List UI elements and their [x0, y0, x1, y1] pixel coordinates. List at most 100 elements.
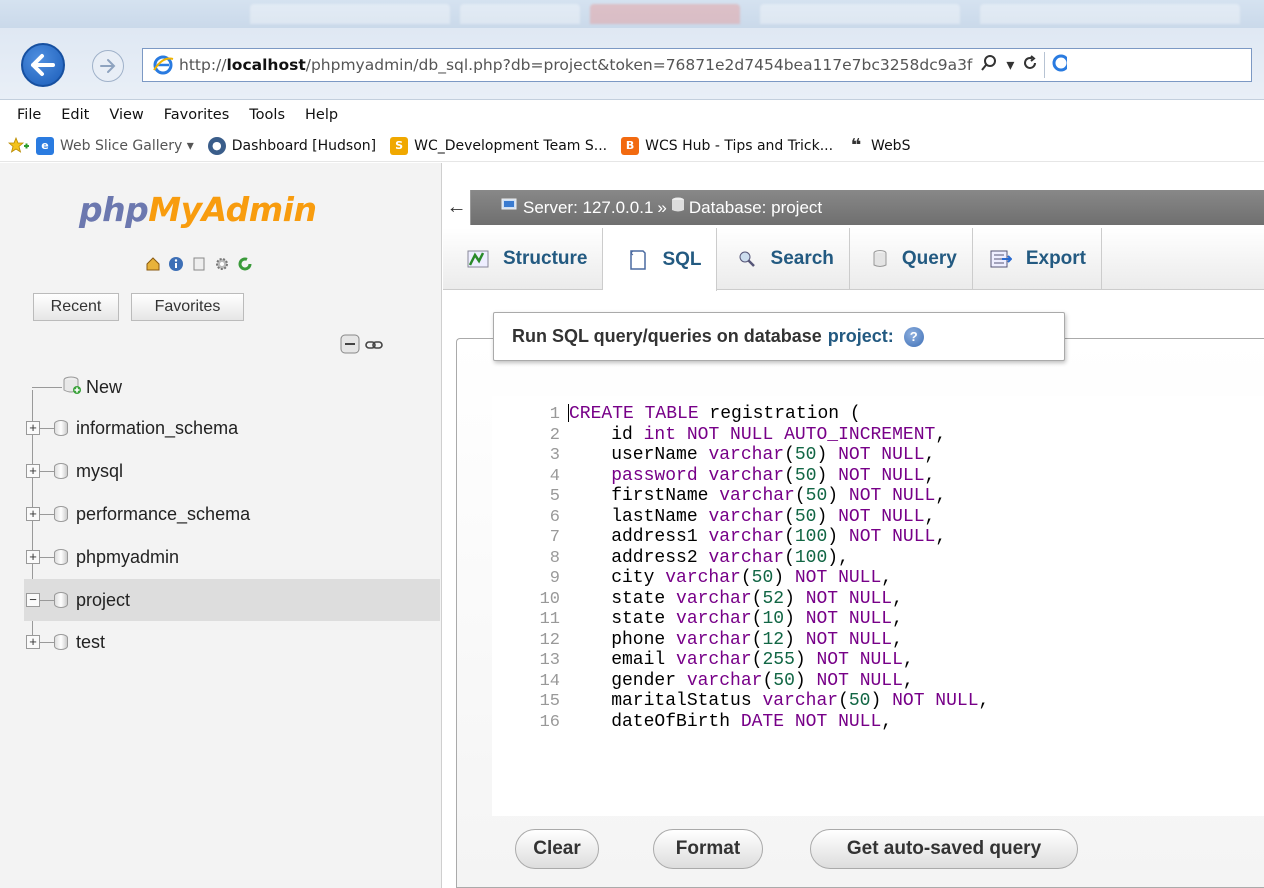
expand-icon[interactable]: +	[26, 507, 40, 521]
code-line[interactable]: 10 state varchar(52) NOT NULL,	[492, 589, 1264, 610]
tree-item-new[interactable]: New	[32, 366, 448, 408]
forward-arrow-icon	[100, 59, 116, 73]
line-number: 7	[549, 528, 560, 547]
code-line[interactable]: 8 address2 varchar(100),	[492, 548, 1264, 569]
code-line[interactable]: 9 city varchar(50) NOT NULL,	[492, 568, 1264, 589]
code-line[interactable]: 14 gender varchar(50) NOT NULL,	[492, 671, 1264, 692]
code-line[interactable]: 13 email varchar(255) NOT NULL,	[492, 650, 1264, 671]
breadcrumb-server[interactable]: Server: 127.0.0.1	[523, 198, 653, 218]
tab-search[interactable]: Search	[717, 228, 850, 290]
collapse-all-icon[interactable]	[340, 334, 360, 359]
code-text: address1 varchar(100) NOT NULL,	[568, 527, 947, 547]
code-line[interactable]: 5 firstName varchar(50) NOT NULL,	[492, 486, 1264, 507]
sql-editor[interactable]: 1 CREATE TABLE registration (2 id int NOT…	[492, 396, 1264, 816]
tree-item-performance-schema[interactable]: + performance_schema	[24, 493, 440, 535]
code-text: email varchar(255) NOT NULL,	[568, 650, 914, 670]
tab-sql[interactable]: SQL	[603, 228, 717, 291]
format-button[interactable]: Format	[653, 829, 763, 869]
favorites-button[interactable]: Favorites	[131, 293, 244, 321]
reload-icon[interactable]	[237, 256, 253, 272]
legend-database-name[interactable]: project:	[828, 326, 894, 347]
line-number: 8	[549, 548, 560, 568]
tree-item-project[interactable]: − project	[24, 579, 440, 621]
expand-icon[interactable]: +	[26, 464, 40, 478]
tab-export[interactable]: Export	[973, 228, 1103, 290]
info-icon[interactable]	[168, 256, 184, 272]
line-number: 9	[549, 569, 560, 588]
tree-item-mysql[interactable]: + mysql	[24, 450, 440, 492]
favorite-wc-development[interactable]: S WC_Development Team S...	[390, 136, 607, 155]
refresh-icon[interactable]	[1022, 54, 1038, 76]
background-tab[interactable]	[250, 4, 450, 24]
line-number: 4	[549, 466, 560, 486]
favorite-webs[interactable]: ❝ WebS	[847, 135, 911, 156]
code-line[interactable]: 1 CREATE TABLE registration (	[492, 404, 1264, 425]
back-button[interactable]	[21, 43, 65, 87]
database-icon	[54, 634, 68, 650]
menu-tools[interactable]: Tools	[249, 107, 285, 123]
sharepoint-icon: S	[390, 136, 409, 155]
url-text[interactable]: http://localhost/phpmyadmin/db_sql.php?d…	[179, 56, 972, 74]
ie-page-icon	[149, 51, 177, 79]
menu-file[interactable]: File	[17, 107, 41, 123]
expand-icon[interactable]: +	[26, 635, 40, 649]
code-line[interactable]: 11 state varchar(10) NOT NULL,	[492, 609, 1264, 630]
database-icon	[671, 197, 685, 218]
new-database-icon	[62, 375, 82, 400]
background-tab[interactable]	[460, 4, 580, 24]
collapse-nav-arrow-icon[interactable]: ←	[443, 190, 471, 225]
menu-bar: File Edit View Favorites Tools Help	[0, 100, 1264, 130]
database-icon	[54, 420, 68, 436]
clear-button[interactable]: Clear	[515, 829, 599, 869]
dropdown-arrow-icon[interactable]: ▾	[1006, 55, 1014, 75]
get-auto-saved-query-button[interactable]: Get auto-saved query	[810, 829, 1078, 869]
background-tab[interactable]	[760, 4, 960, 24]
favorite-web-slice-gallery[interactable]: e Web Slice Gallery ▾	[36, 136, 194, 155]
background-tab[interactable]	[590, 4, 740, 24]
phpmyadmin-logo[interactable]: phpMyAdmin	[79, 190, 317, 229]
docs-icon[interactable]	[191, 256, 207, 272]
favorite-wcs-hub[interactable]: B WCS Hub - Tips and Trick...	[621, 136, 833, 155]
menu-help[interactable]: Help	[305, 107, 338, 123]
code-line[interactable]: 6 lastName varchar(50) NOT NULL,	[492, 507, 1264, 528]
tree-item-test[interactable]: + test	[24, 621, 440, 663]
database-icon	[54, 592, 68, 608]
code-text: password varchar(50) NOT NULL,	[611, 465, 936, 486]
forward-button[interactable]	[92, 50, 124, 82]
help-icon[interactable]: ?	[903, 326, 924, 347]
link-icon[interactable]	[365, 338, 383, 356]
code-line[interactable]: 16 dateOfBirth DATE NOT NULL,	[492, 712, 1264, 733]
expand-icon[interactable]: +	[26, 550, 40, 564]
tab-bar: Structure SQL Search Query Export	[443, 228, 1264, 291]
tree-item-label: information_schema	[76, 417, 239, 438]
menu-favorites[interactable]: Favorites	[164, 107, 230, 123]
code-line[interactable]: 2 id int NOT NULL AUTO_INCREMENT,	[492, 425, 1264, 446]
menu-edit[interactable]: Edit	[61, 107, 89, 123]
code-line[interactable]: 7 address1 varchar(100) NOT NULL,	[492, 527, 1264, 548]
tree-item-phpmyadmin[interactable]: + phpmyadmin	[24, 536, 440, 578]
code-line[interactable]: 12 phone varchar(12) NOT NULL,	[492, 630, 1264, 651]
code-text: dateOfBirth DATE NOT NULL,	[568, 711, 893, 732]
menu-view[interactable]: View	[109, 107, 143, 123]
line-number: 16	[539, 712, 560, 732]
code-line[interactable]: 4 password varchar(50) NOT NULL,	[492, 466, 1264, 487]
code-line[interactable]: 15 maritalStatus varchar(50) NOT NULL,	[492, 691, 1264, 712]
tree-item-information-schema[interactable]: + information_schema	[24, 407, 440, 449]
recent-button[interactable]: Recent	[33, 293, 119, 321]
home-icon[interactable]	[145, 256, 161, 272]
collapse-icon[interactable]: −	[26, 593, 40, 607]
tab-structure[interactable]: Structure	[443, 228, 604, 290]
search-icon[interactable]	[980, 54, 998, 77]
breadcrumb-database[interactable]: Database: project	[689, 198, 822, 218]
favorite-dashboard-hudson[interactable]: ● Dashboard [Hudson]	[207, 136, 376, 155]
code-line[interactable]: 3 userName varchar(50) NOT NULL,	[492, 445, 1264, 466]
ie-tab-icon[interactable]	[1051, 53, 1070, 78]
address-bar[interactable]: http://localhost/phpmyadmin/db_sql.php?d…	[142, 48, 1252, 82]
tab-query[interactable]: Query	[850, 228, 973, 290]
favorites-star-icon[interactable]	[8, 136, 30, 155]
gear-icon[interactable]	[214, 256, 230, 272]
query-icon	[872, 249, 888, 269]
background-tab[interactable]	[980, 4, 1240, 24]
tree-connector	[40, 427, 54, 429]
expand-icon[interactable]: +	[26, 421, 40, 435]
